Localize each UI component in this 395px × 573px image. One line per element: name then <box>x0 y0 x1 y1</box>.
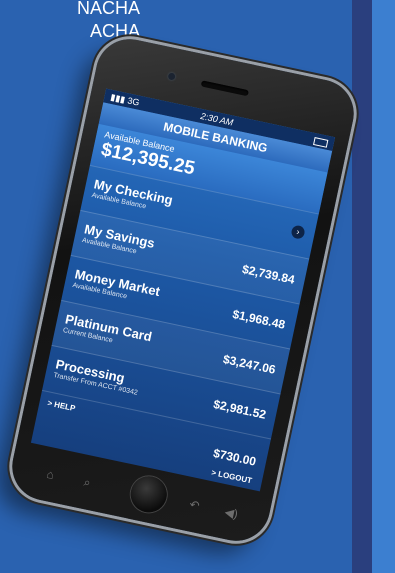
back-arrow-icon[interactable]: ↶ <box>188 497 201 513</box>
logout-link[interactable]: > LOGOUT <box>211 468 253 485</box>
account-amount: $2,981.52 <box>212 397 268 422</box>
chevron-right-icon[interactable]: › <box>290 224 306 240</box>
camera-icon <box>167 72 176 81</box>
account-amount: $1,968.48 <box>231 307 287 332</box>
phone-body: ▮▮▮ 3G 2:30 AM MOBILE BANKING Available … <box>6 32 360 548</box>
panel-inner <box>372 0 395 573</box>
phone: ▮▮▮ 3G 2:30 AM MOBILE BANKING Available … <box>6 32 360 548</box>
extra-amount: $730.00 <box>211 446 258 469</box>
speaker-icon[interactable]: ◀) <box>223 505 239 521</box>
home-icon[interactable]: ⌂ <box>45 467 55 482</box>
right-panel <box>352 0 395 573</box>
background-line: NACHA <box>76 0 140 18</box>
search-icon[interactable]: ⌕ <box>82 475 92 491</box>
help-link[interactable]: > HELP <box>47 398 76 413</box>
battery-icon <box>313 137 329 148</box>
home-button[interactable] <box>127 472 171 516</box>
speaker-grille <box>200 80 249 97</box>
account-amount: $3,247.06 <box>221 352 277 377</box>
phone-screen: ▮▮▮ 3G 2:30 AM MOBILE BANKING Available … <box>30 88 336 492</box>
account-amount: $2,739.84 <box>240 262 296 287</box>
network-label: 3G <box>126 95 141 108</box>
